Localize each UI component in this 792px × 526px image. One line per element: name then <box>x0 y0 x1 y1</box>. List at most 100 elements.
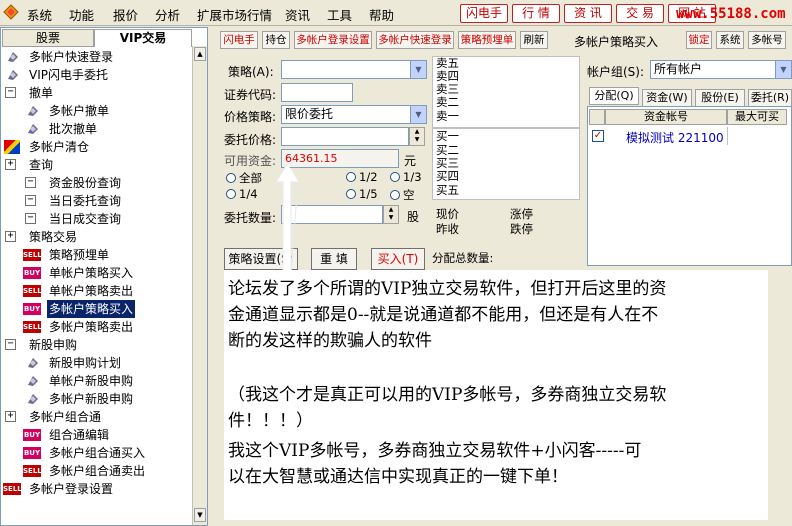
price-strategy-select[interactable]: 限价委托 ▼ <box>281 105 427 124</box>
table-header-check <box>589 109 605 125</box>
strategy-preorder-button[interactable]: 策略预埋单 <box>458 31 516 49</box>
menu-tools[interactable]: 工具 <box>327 5 352 24</box>
account-group-label: 帐户组(S): <box>587 65 645 79</box>
tab-vip-trade[interactable]: VIP交易 <box>94 29 192 47</box>
collapse-icon: − <box>5 339 16 350</box>
tree-item-label: 多帐户组合通买入 <box>49 446 146 460</box>
table-header-account[interactable]: 资金帐号 <box>605 109 727 125</box>
account-group-select[interactable]: 所有帐户 ▼ <box>650 60 792 79</box>
scroll-down-icon[interactable]: ▼ <box>194 508 206 522</box>
top-flash-button[interactable]: 闪电手 <box>460 4 508 23</box>
tool-icon <box>25 355 41 371</box>
sell-icon: SELL <box>23 249 42 261</box>
system-button[interactable]: 系统 <box>716 31 744 49</box>
prev-close-label: 昨收 <box>436 222 459 236</box>
multi-account-button[interactable]: 多帐号 <box>748 31 786 49</box>
sell-icon: SELL <box>23 321 42 333</box>
tree-item-label: 组合通编辑 <box>49 428 110 442</box>
buy-icon: BUY <box>23 267 41 279</box>
code-label: 证券代码: <box>224 88 277 102</box>
app-logo-icon <box>2 3 20 21</box>
lock-button[interactable]: 锁定 <box>686 31 712 49</box>
top-trade-button[interactable]: 交 易 <box>616 4 664 23</box>
ratio-empty-label: 空 <box>403 188 415 202</box>
site-url-watermark: www.55188.com <box>676 6 786 22</box>
account-name-cell[interactable]: 模拟测试 221100 <box>626 129 724 146</box>
ratio-all-label: 全部 <box>239 171 262 185</box>
current-price-label: 现价 <box>436 207 459 221</box>
tree-item-label: 多帐户新股申购 <box>49 392 134 406</box>
overlay-line-6: 我这个VIP多帐号，多券商独立交易软件+小闪客-----可 <box>228 441 642 461</box>
trade-toolbar: 闪电手 持仓 多帐户登录设置 多帐户快速登录 策略预埋单 刷新 多帐户策略买入 … <box>210 27 792 51</box>
top-news-button[interactable]: 资 讯 <box>564 4 612 23</box>
menu-system[interactable]: 系统 <box>27 5 52 24</box>
tree-item-label: 多帐户组合通 <box>29 410 102 424</box>
tab-stocks[interactable]: 股票 <box>2 29 94 47</box>
menu-extended-market[interactable]: 扩展市场行情 <box>197 5 272 24</box>
tree-item-label: 当日委托查询 <box>49 194 122 208</box>
tree-item-label: 策略交易 <box>29 230 78 244</box>
account-checkbox[interactable]: ✓ <box>592 130 604 142</box>
strategy-select[interactable]: ▼ <box>281 60 427 79</box>
radio-icon <box>390 172 400 182</box>
top-market-button[interactable]: 行 情 <box>512 4 560 23</box>
annotation-arrow-icon <box>275 163 299 273</box>
qty-label: 委托数量: <box>224 211 277 225</box>
scroll-up-icon[interactable]: ▲ <box>194 47 206 61</box>
tree-item-label: 多帐户清仓 <box>29 140 90 154</box>
tool-icon <box>25 391 41 407</box>
flash-hand-button[interactable]: 闪电手 <box>220 31 258 49</box>
overlay-line-4: （我这个才是真正可以用的VIP多帐号，多券商独立交易软 <box>228 385 667 405</box>
table-header-max-buy[interactable]: 最大可买 <box>727 109 787 125</box>
refresh-button[interactable]: 刷新 <box>520 31 548 49</box>
tree-item-label: 多帐户策略买入 <box>47 300 136 318</box>
multi-quick-login-button[interactable]: 多帐户快速登录 <box>376 31 454 49</box>
tree-item-label: 单帐户新股申购 <box>49 374 134 388</box>
tab-funds[interactable]: 资金(W) <box>642 89 692 107</box>
tree-scrollbar[interactable]: ▲ ▼ <box>192 46 207 525</box>
multi-login-settings-button[interactable]: 多帐户登录设置 <box>294 31 372 49</box>
tree-item-label: 单帐户策略卖出 <box>49 284 134 298</box>
sell-1-label: 卖一 <box>436 109 459 123</box>
ratio-third-radio[interactable]: 1/3 <box>390 170 422 184</box>
order-price-input[interactable] <box>281 127 409 146</box>
chevron-down-icon[interactable]: ▼ <box>775 61 791 78</box>
sell-icon: SELL <box>23 465 42 477</box>
tree-item-label: 多帐户策略卖出 <box>49 320 134 334</box>
tree-item-label: 多帐户撤单 <box>49 104 110 118</box>
buy-button[interactable]: 买入(T) <box>371 248 425 270</box>
limit-down-label: 跌停 <box>510 222 533 236</box>
price-stepper[interactable]: ▲ ▼ <box>409 127 425 146</box>
menu-news[interactable]: 资讯 <box>285 5 310 24</box>
funds-label: 可用资金: <box>224 154 277 168</box>
menu-function[interactable]: 功能 <box>69 5 94 24</box>
quantity-stepper[interactable]: ▲ ▼ <box>383 205 399 224</box>
ratio-empty-radio[interactable]: 空 <box>390 187 415 203</box>
menu-help[interactable]: 帮助 <box>369 5 394 24</box>
tab-shares[interactable]: 股份(E) <box>695 89 745 107</box>
tree-item-label: 查询 <box>29 158 54 172</box>
refill-button[interactable]: 重 填 <box>311 248 357 270</box>
chevron-down-icon[interactable]: ▼ <box>410 61 426 78</box>
tree-item-label: 多帐户登录设置 <box>29 482 114 496</box>
window-title: 多帐户策略买入 <box>574 35 659 49</box>
ratio-half-radio[interactable]: 1/2 <box>346 170 378 184</box>
holdings-button[interactable]: 持仓 <box>262 31 290 49</box>
menu-analysis[interactable]: 分析 <box>155 5 180 24</box>
price-strategy-label: 价格策略: <box>224 110 277 124</box>
security-code-input[interactable] <box>281 83 353 102</box>
ratio-third-label: 1/3 <box>403 170 422 184</box>
price-label: 委托价格: <box>224 133 277 147</box>
menu-quote[interactable]: 报价 <box>113 5 138 24</box>
ratio-fifth-radio[interactable]: 1/5 <box>346 187 378 201</box>
tool-icon <box>5 49 21 65</box>
ratio-all-radio[interactable]: 全部 <box>226 170 262 186</box>
tree-item-label: 策略预埋单 <box>49 248 110 262</box>
chevron-down-icon[interactable]: ▼ <box>410 106 426 123</box>
tree-item-label: 多帐户组合通卖出 <box>49 464 146 478</box>
tab-allocation[interactable]: 分配(Q) <box>589 87 639 105</box>
ratio-fifth-label: 1/5 <box>359 187 378 201</box>
expand-icon: + <box>5 411 16 422</box>
tab-orders[interactable]: 委托(R) <box>748 89 792 107</box>
ratio-quarter-radio[interactable]: 1/4 <box>226 187 258 201</box>
